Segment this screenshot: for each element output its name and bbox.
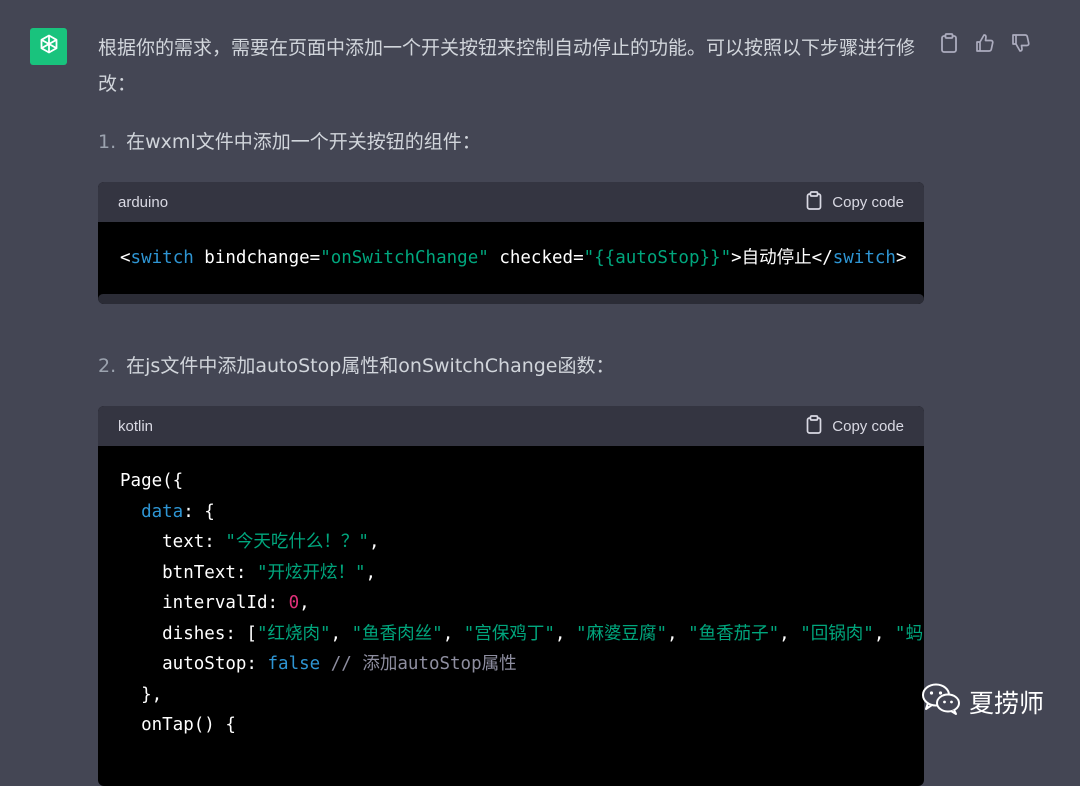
code-token: "蚂 xyxy=(894,623,923,644)
code-line: btnText: "开炫开炫！", xyxy=(120,558,902,589)
code-line: Page({ xyxy=(120,466,902,497)
clipboard-icon[interactable] xyxy=(938,32,960,54)
code-line: <switch bindchange="onSwitchChange" chec… xyxy=(120,244,907,272)
code-token: data xyxy=(141,501,184,522)
code-line: data: { xyxy=(120,497,902,528)
code-line: text: "今天吃什么！？", xyxy=(120,527,902,558)
code-token: : { xyxy=(183,501,215,522)
code-token: , xyxy=(442,623,464,644)
assistant-message: 根据你的需求，需要在页面中添加一个开关按钮来控制自动停止的功能。可以按照以下步骤… xyxy=(98,30,924,786)
code-token: , xyxy=(365,562,377,583)
intro-text: 根据你的需求，需要在页面中添加一个开关按钮来控制自动停止的功能。可以按照以下步骤… xyxy=(98,37,916,95)
copy-code-button[interactable]: Copy code xyxy=(806,414,904,438)
code-token: , xyxy=(873,623,895,644)
code-token: "回锅肉" xyxy=(800,623,874,644)
code-token: text: xyxy=(120,532,226,552)
code-token: bindchange= xyxy=(193,248,321,268)
code-header: kotlin Copy code xyxy=(98,406,924,446)
code-line: intervalId: 0, xyxy=(120,588,902,619)
step-1: 1. 在wxml文件中添加一个开关按钮的组件： xyxy=(98,128,924,156)
copy-code-label: Copy code xyxy=(832,417,904,435)
watermark: 夏捞师 xyxy=(921,682,1044,722)
step-number: 1. xyxy=(98,131,117,153)
code-block-kotlin: kotlin Copy code Page({ data: { text: "今… xyxy=(98,406,924,786)
code-token: "鱼香茄子" xyxy=(688,623,780,644)
assistant-avatar xyxy=(30,28,67,65)
step-text: 在js文件中添加autoStop属性和onSwitchChange函数： xyxy=(126,355,615,377)
step-number: 2. xyxy=(98,355,117,377)
thumbs-down-icon[interactable] xyxy=(1010,32,1032,54)
message-actions xyxy=(938,32,1032,54)
code-token: < xyxy=(120,248,131,268)
code-body: Page({ data: { text: "今天吃什么！？", btnText:… xyxy=(98,446,924,786)
horizontal-scrollbar[interactable] xyxy=(98,294,924,304)
code-token: btnText: xyxy=(120,562,257,583)
code-token: "开炫开炫！" xyxy=(256,562,366,583)
code-token: switch xyxy=(130,248,194,268)
code-token: > xyxy=(895,248,907,268)
code-token: dishes: [ xyxy=(120,623,257,644)
code-line: dishes: ["红烧肉", "鱼香肉丝", "宫保鸡丁", "麻婆豆腐", … xyxy=(120,619,923,650)
code-token: , xyxy=(779,623,801,644)
code-token: intervalId: xyxy=(120,593,289,613)
code-token: 0 xyxy=(288,593,300,613)
code-token: , xyxy=(299,593,310,613)
code-token: autoStop: xyxy=(120,654,268,674)
code-token: switch xyxy=(832,248,896,268)
code-token: >自动停止</ xyxy=(731,248,833,268)
code-token: "今天吃什么！？" xyxy=(225,532,369,552)
code-token: }, xyxy=(120,684,163,705)
code-line: }, xyxy=(120,680,902,711)
code-token: onTap() { xyxy=(120,715,236,735)
code-line: onTap() { xyxy=(120,710,902,741)
code-block-arduino: arduino Copy code <switch bindchange="on… xyxy=(98,182,924,304)
code-token: "宫保鸡丁" xyxy=(463,623,555,644)
code-body: <switch bindchange="onSwitchChange" chec… xyxy=(98,222,924,294)
watermark-text: 夏捞师 xyxy=(968,689,1044,718)
openai-logo-icon xyxy=(36,32,62,62)
clipboard-icon xyxy=(806,190,822,214)
code-token: "onSwitchChange" xyxy=(320,248,489,268)
step-text: 在wxml文件中添加一个开关按钮的组件： xyxy=(126,131,481,153)
step-2: 2. 在js文件中添加autoStop属性和onSwitchChange函数： xyxy=(98,352,924,380)
code-token: "{{autoStop}}" xyxy=(583,248,732,268)
code-token: checked= xyxy=(488,248,584,268)
code-token: , xyxy=(667,623,689,644)
thumbs-up-icon[interactable] xyxy=(974,32,996,54)
code-token: false xyxy=(267,654,321,674)
wechat-icon xyxy=(921,682,961,722)
code-token: , xyxy=(330,623,352,644)
code-line: autoStop: false // 添加autoStop属性 xyxy=(120,649,902,680)
code-token: , xyxy=(368,532,380,552)
copy-code-label: Copy code xyxy=(832,193,904,211)
copy-code-button[interactable]: Copy code xyxy=(806,190,904,214)
clipboard-icon xyxy=(806,414,822,438)
code-token: "鱼香肉丝" xyxy=(351,623,443,644)
code-language-label: kotlin xyxy=(118,417,154,435)
code-token: "红烧肉" xyxy=(256,623,331,644)
code-token: , xyxy=(554,623,576,644)
code-header: arduino Copy code xyxy=(98,182,924,222)
code-token: // 添加autoStop属性 xyxy=(320,654,517,674)
code-token: Page({ xyxy=(120,471,184,491)
code-token: "麻婆豆腐" xyxy=(575,623,668,644)
code-language-label: arduino xyxy=(118,193,169,211)
